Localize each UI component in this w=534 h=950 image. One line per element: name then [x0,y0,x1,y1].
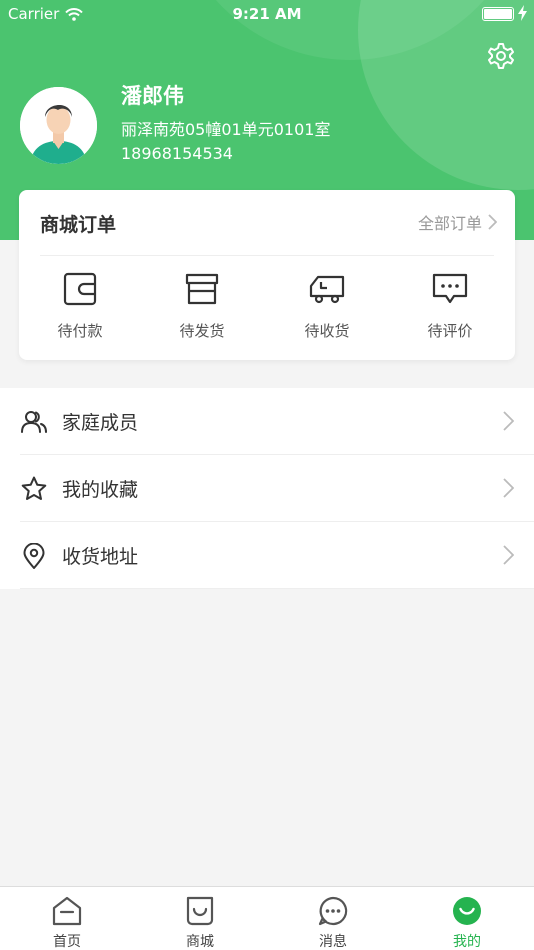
menu-item-label: 家庭成员 [62,412,139,434]
tab-bar: 首页 商城 消息 我的 [0,886,534,950]
header-decoration [358,0,534,190]
tab-label: 商城 [186,934,214,950]
all-orders-link[interactable]: 全部订单 [418,210,497,234]
all-orders-label: 全部订单 [417,214,482,233]
tab-label: 消息 [319,934,347,950]
order-pending-receipt[interactable]: 待收货 [279,270,375,341]
user-address: 丽泽南苑05幢01单元0101室 [121,120,331,139]
tab-messages[interactable]: 消息 [266,887,400,950]
home-icon [52,896,82,926]
menu-item-family[interactable]: 家庭成员 [0,388,534,455]
user-name: 潘郎伟 [121,84,184,108]
status-bar: Carrier 9:21 AM [0,0,534,28]
orders-title: 商城订单 [40,214,117,236]
mall-orders-card: 商城订单 全部订单 待付款 待发货 待收货 待评价 [19,190,515,360]
box-icon [185,273,219,305]
avatar[interactable] [20,87,97,164]
family-icon [21,410,47,433]
order-item-label: 待收货 [304,322,350,340]
tab-mall[interactable]: 商城 [133,887,267,950]
tab-label: 我的 [453,934,481,950]
tab-label: 首页 [53,934,81,950]
menu-item-label: 我的收藏 [62,479,139,501]
order-item-label: 待付款 [57,322,103,340]
divider [40,255,494,256]
star-icon [21,476,47,500]
order-pending-shipment[interactable]: 待发货 [154,270,250,341]
truck-icon [309,275,345,304]
tab-mine[interactable]: 我的 [400,887,534,950]
chevron-right-icon [503,411,514,431]
charging-icon [518,5,527,21]
chevron-right-icon [503,545,514,565]
bag-icon [186,896,214,926]
battery-icon [482,7,514,21]
divider [20,588,534,589]
chevron-right-icon [503,478,514,498]
smile-icon [453,897,481,925]
comment-icon [432,273,468,304]
wallet-icon [63,272,97,306]
order-item-label: 待发货 [179,322,225,340]
tab-home[interactable]: 首页 [0,887,134,950]
avatar-image [20,87,97,164]
settings-gear-icon[interactable] [487,42,515,70]
order-item-label: 待评价 [427,322,473,340]
user-phone: 18968154534 [121,144,233,163]
chevron-right-icon [488,214,497,230]
clock: 9:21 AM [232,5,302,23]
message-icon [318,896,348,926]
location-icon [23,542,45,569]
menu-list: 家庭成员 我的收藏 收货地址 [0,388,534,589]
menu-item-address[interactable]: 收货地址 [0,522,534,589]
order-pending-payment[interactable]: 待付款 [32,270,128,341]
menu-item-favorites[interactable]: 我的收藏 [0,455,534,522]
menu-item-label: 收货地址 [62,546,139,568]
order-pending-review[interactable]: 待评价 [402,270,498,341]
